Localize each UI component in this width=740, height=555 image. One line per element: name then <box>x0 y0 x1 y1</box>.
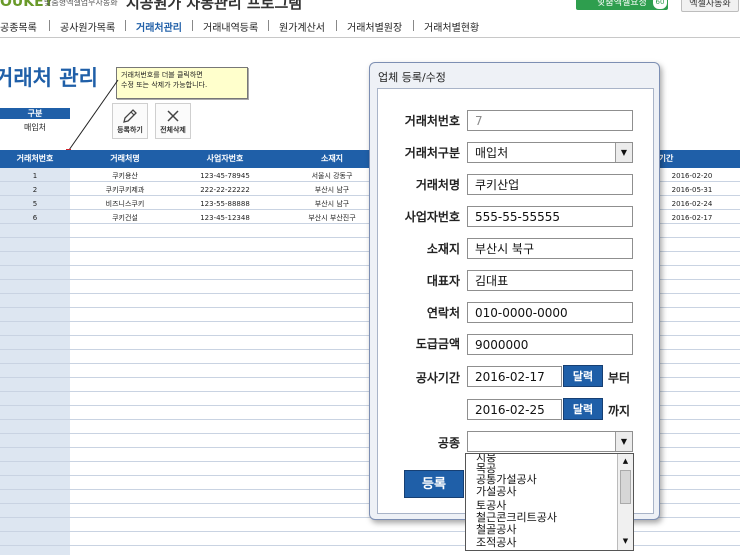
chevron-down-icon[interactable]: ▼ <box>615 432 632 451</box>
cell-date: 2016-05-31 <box>671 186 713 194</box>
cell-client-no[interactable]: 5 <box>0 197 70 211</box>
dialog-title: 업체 등록/수정 <box>378 71 446 84</box>
client-name-field[interactable]: 쿠키산업 <box>467 174 633 195</box>
cell-location: 부산시 남구 <box>314 186 350 194</box>
cell-client-no[interactable]: 1 <box>0 169 70 183</box>
dropdown-scrollbar[interactable]: ▲ ▼ <box>617 454 633 550</box>
register-button[interactable]: 등록하기 <box>112 103 148 139</box>
scroll-up-icon[interactable]: ▲ <box>620 456 631 467</box>
cell-date: 2016-02-20 <box>671 172 713 180</box>
client-no-field[interactable]: 7 <box>467 110 633 131</box>
column-header-biz-no: 사업자번호 <box>206 154 244 163</box>
from-label: 부터 <box>608 371 631 385</box>
client-edit-dialog: 업체 등록/수정 거래처번호 7 거래처구분 매입처 ▼ 거래처명 쿠키산업 사… <box>369 62 660 520</box>
dropdown-option[interactable]: 철골공사 <box>476 524 516 535</box>
work-type-label: 공종 <box>437 436 460 450</box>
dropdown-option[interactable]: 토공사 <box>476 500 506 511</box>
delete-all-button-label: 전체삭제 <box>160 126 186 134</box>
scroll-down-icon[interactable]: ▼ <box>620 536 631 547</box>
to-label: 까지 <box>608 404 631 418</box>
cell-client-no[interactable]: 2 <box>0 183 70 197</box>
contract-amount-field[interactable]: 9000000 <box>467 334 633 355</box>
contract-amount-label: 도급금액 <box>415 337 460 351</box>
cell-client-name: 쿠키건설 <box>112 214 138 222</box>
work-type-dropdown-list[interactable]: 지붕 목공 공통가설공사 가설공사 토공사 철근콘크리트공사 철골공사 조적공사… <box>465 453 634 551</box>
cell-location: 부산시 부산진구 <box>308 214 356 222</box>
cell-location: 서울시 강동구 <box>311 172 353 180</box>
client-name-label: 거래처명 <box>415 178 460 192</box>
cell-location: 부산시 남구 <box>314 200 350 208</box>
cell-client-name: 쿠키용산 <box>112 172 138 180</box>
contact-label: 연락처 <box>426 306 460 320</box>
column-header-client-no: 거래처번호 <box>16 154 54 163</box>
start-calendar-button[interactable]: 달력 <box>563 365 603 387</box>
dropdown-option[interactable]: 공통가설공사 <box>476 474 537 485</box>
chevron-down-icon[interactable]: ▼ <box>615 143 632 162</box>
cell-biz-no: 123-55-88888 <box>200 200 250 208</box>
dialog-form: 거래처번호 7 거래처구분 매입처 ▼ 거래처명 쿠키산업 사업자번호 555-… <box>377 88 654 514</box>
dropdown-option[interactable]: 조적공사 <box>476 537 516 548</box>
biz-no-field[interactable]: 555-55-55555 <box>467 206 633 227</box>
cell-client-no[interactable]: 6 <box>0 211 70 225</box>
period-label: 공사기간 <box>415 371 460 385</box>
cell-biz-no: 123-45-12348 <box>200 214 250 222</box>
start-date-field[interactable]: 2016-02-17 <box>467 366 562 387</box>
client-type-label: 거래처구분 <box>404 146 460 160</box>
representative-label: 대표자 <box>426 274 460 288</box>
work-type-select[interactable]: ▼ <box>467 431 633 452</box>
client-no-label: 거래처번호 <box>404 114 460 128</box>
cell-client-name: 쿠키쿠키제과 <box>105 186 145 194</box>
cell-biz-no: 123-45-78945 <box>200 172 250 180</box>
column-header-location: 소재지 <box>320 154 344 163</box>
pencil-icon <box>113 106 147 126</box>
client-type-value: 매입처 <box>475 146 509 160</box>
representative-field[interactable]: 김대표 <box>467 270 633 291</box>
location-label: 소재지 <box>426 242 460 256</box>
cell-client-name: 비즈니스쿠키 <box>105 200 145 208</box>
dropdown-option[interactable]: 철근콘크리트공사 <box>476 512 557 523</box>
end-date-field[interactable]: 2016-02-25 <box>467 399 562 420</box>
cell-biz-no: 222-22-22222 <box>200 186 250 194</box>
column-header-client-name: 거래처명 <box>110 154 140 163</box>
contact-field[interactable]: 010-0000-0000 <box>467 302 633 323</box>
client-type-select[interactable]: 매입처 ▼ <box>467 142 633 163</box>
end-calendar-button[interactable]: 달력 <box>563 398 603 420</box>
cell-date: 2016-02-24 <box>671 200 713 208</box>
submit-register-button[interactable]: 등록 <box>404 470 464 498</box>
cell-date: 2016-02-17 <box>671 214 713 222</box>
location-field[interactable]: 부산시 북구 <box>467 238 633 259</box>
biz-no-label: 사업자번호 <box>404 210 460 224</box>
delete-all-button[interactable]: 전체삭제 <box>155 103 191 139</box>
register-button-label: 등록하기 <box>117 126 143 134</box>
app-window: OUKEY 맞춤형엑셀업무자동화 시공원가 자동관리 프로그램 맞춤엑셀요청 6… <box>0 0 740 555</box>
scrollbar-thumb[interactable] <box>620 470 631 504</box>
close-icon <box>156 106 190 126</box>
dropdown-option[interactable]: 가설공사 <box>476 486 516 497</box>
